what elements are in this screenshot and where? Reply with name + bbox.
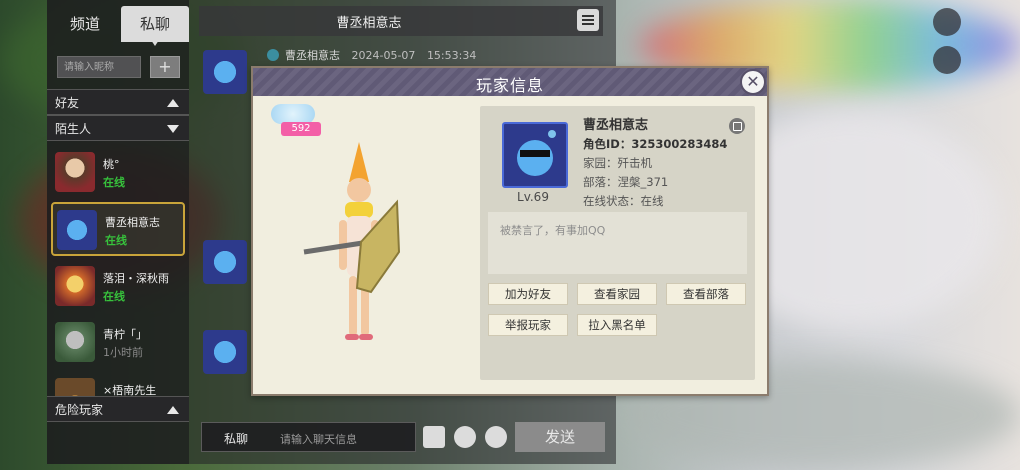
chat-header: 曹丞相意志 xyxy=(199,6,603,36)
player-details: 曹丞相意志 角色ID：325300283484 家园：歼击机 部落：涅槃_371… xyxy=(583,116,727,211)
contact-status: 在线 xyxy=(105,234,127,247)
signature-box: 被禁言了，有事加QQ xyxy=(488,212,747,274)
tab-private[interactable]: 私聊 xyxy=(121,6,189,42)
player-online-status: 在线状态：在线 xyxy=(583,194,664,208)
add-contact-button[interactable]: + xyxy=(150,56,180,78)
chat-message-input[interactable]: 请输入聊天信息 xyxy=(280,431,357,447)
sender-badge-icon xyxy=(267,49,279,61)
chat-sidebar: 频道 私聊 请输入昵称 + 好友 陌生人 桃° 在线 曹丞相意志 在线 落泪・深… xyxy=(47,0,189,464)
contact-name: 落泪・深秋雨 xyxy=(103,272,169,285)
contact-avatar xyxy=(55,266,95,306)
section-danger-label: 危险玩家 xyxy=(55,403,104,417)
collapse-arrow-icon xyxy=(167,99,179,107)
player-info-panel: Lv.69 曹丞相意志 角色ID：325300283484 家园：歼击机 部落：… xyxy=(480,106,755,380)
section-strangers-label: 陌生人 xyxy=(55,122,92,136)
contact-name: 青柠「」 xyxy=(103,328,147,341)
player-tribe: 部落：涅槃_371 xyxy=(583,175,669,189)
contact-status: 在线 xyxy=(103,176,125,189)
contact-avatar xyxy=(57,210,97,250)
menu-icon[interactable] xyxy=(577,9,599,31)
contact-name: ×梧南先生 xyxy=(103,384,157,396)
message-sender: 曹丞相意志 xyxy=(285,49,340,62)
settings-icon[interactable] xyxy=(933,8,961,36)
contact-name: 桃° xyxy=(103,158,120,171)
dialog-title-bar: 玩家信息 ✕ xyxy=(253,68,767,96)
contact-status: 1小时前 xyxy=(103,346,143,359)
report-player-button[interactable]: 举报玩家 xyxy=(488,314,568,336)
view-home-button[interactable]: 查看家园 xyxy=(577,283,657,305)
section-danger-players[interactable]: 危险玩家 xyxy=(47,396,189,422)
chat-mode-label[interactable]: 私聊 xyxy=(224,430,248,447)
chat-title: 曹丞相意志 xyxy=(336,16,402,31)
chat-input-bar: 私聊 请输入聊天信息 xyxy=(201,422,416,452)
section-friends-label: 好友 xyxy=(55,96,80,110)
chat-avatar[interactable] xyxy=(203,50,247,94)
player-info-dialog: 玩家信息 ✕ 592 Lv.69 曹丞相意志 角色ID：325300283484… xyxy=(251,66,769,396)
section-friends[interactable]: 好友 xyxy=(47,89,189,115)
send-button[interactable]: 发送 xyxy=(515,422,605,452)
message-date: 2024-05-07 xyxy=(351,49,416,62)
expand-arrow-icon xyxy=(167,125,179,133)
section-strangers[interactable]: 陌生人 xyxy=(47,115,189,141)
contact-avatar xyxy=(55,322,95,362)
collapse-arrow-icon xyxy=(167,406,179,414)
tab-indicator-icon xyxy=(151,40,159,46)
contact-item[interactable]: 落泪・深秋雨 在线 xyxy=(51,260,185,314)
player-avatar xyxy=(502,122,568,188)
character-preview[interactable]: 592 xyxy=(259,102,471,392)
emoji-icon[interactable] xyxy=(454,426,476,448)
view-tribe-button[interactable]: 查看部落 xyxy=(666,283,746,305)
player-home: 家园：歼击机 xyxy=(583,156,652,170)
message-meta: 曹丞相意志 2024-05-07 15:53:34 xyxy=(267,47,476,63)
add-friend-button[interactable]: 加为好友 xyxy=(488,283,568,305)
player-signature: 被禁言了，有事加QQ xyxy=(500,224,606,237)
player-level: Lv.69 xyxy=(517,190,549,204)
contact-item[interactable]: ×梧南先生 xyxy=(51,372,185,396)
chat-avatar[interactable] xyxy=(203,240,247,284)
player-name: 曹丞相意志 xyxy=(583,118,649,133)
character-figure xyxy=(303,142,401,340)
message-time: 15:53:34 xyxy=(426,49,477,62)
more-icon[interactable] xyxy=(485,426,507,448)
chat-avatar[interactable] xyxy=(203,330,247,374)
nickname-search-input[interactable]: 请输入昵称 xyxy=(57,56,141,78)
player-role-id: 角色ID：325300283484 xyxy=(583,137,728,151)
announcement-icon[interactable] xyxy=(933,46,961,74)
contact-status: 在线 xyxy=(103,290,125,303)
contact-item[interactable]: 桃° 在线 xyxy=(51,146,185,200)
contact-avatar xyxy=(55,378,95,396)
contact-item-selected[interactable]: 曹丞相意志 在线 xyxy=(51,202,185,256)
tab-channel[interactable]: 频道 xyxy=(55,6,115,42)
contact-item[interactable]: 青柠「」 1小时前 xyxy=(51,316,185,370)
copy-icon[interactable] xyxy=(729,118,745,134)
blacklist-button[interactable]: 拉入黑名单 xyxy=(577,314,657,336)
voice-icon[interactable] xyxy=(423,426,445,448)
close-button[interactable]: ✕ xyxy=(740,69,766,95)
dialog-title: 玩家信息 xyxy=(475,76,544,95)
chat-tabs: 频道 私聊 xyxy=(47,6,189,42)
contact-name: 曹丞相意志 xyxy=(105,216,160,229)
contact-avatar xyxy=(55,152,95,192)
